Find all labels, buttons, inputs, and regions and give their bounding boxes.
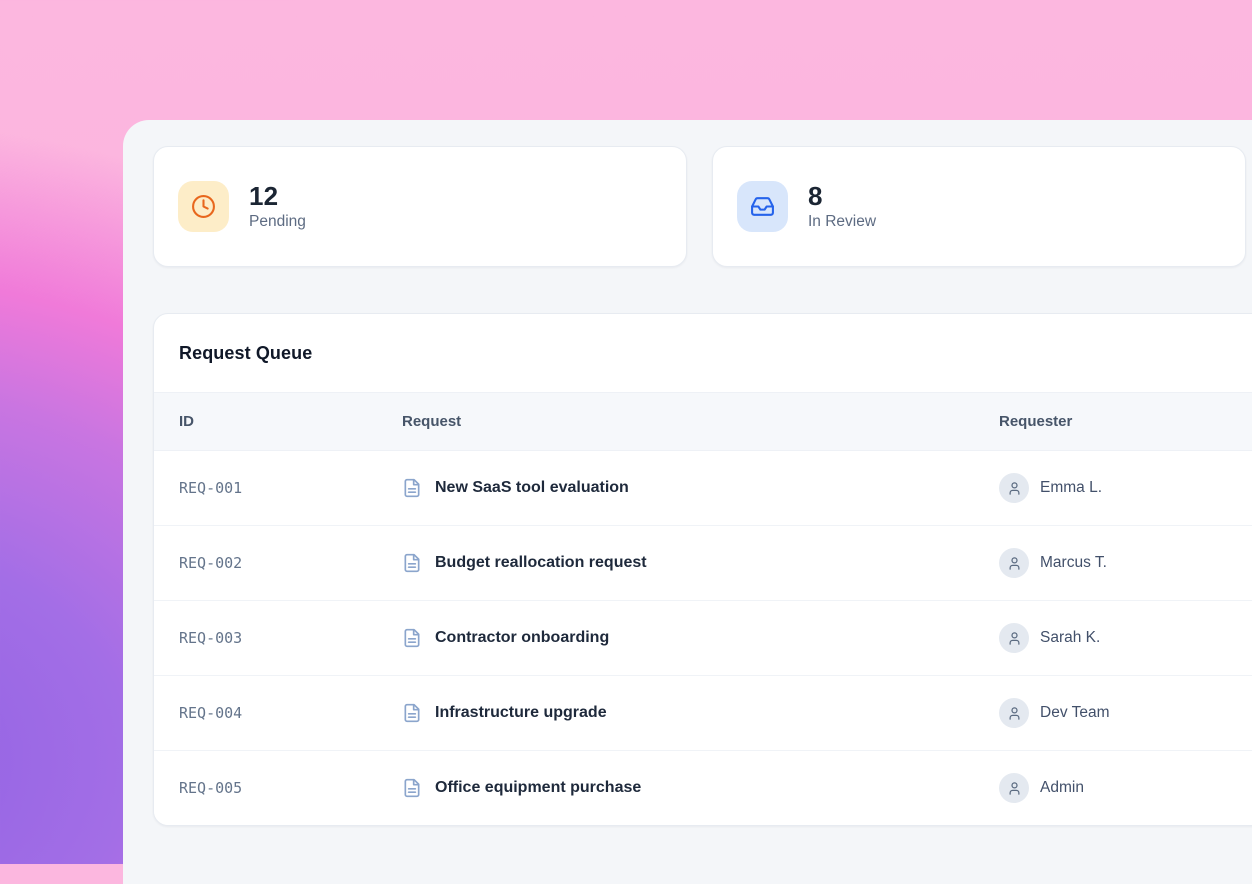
file-text-icon <box>402 553 422 573</box>
table-row[interactable]: REQ-002 Budget reallocation request <box>154 526 1252 601</box>
requester-name: Admin <box>1040 779 1084 797</box>
file-text-icon <box>402 778 422 798</box>
table-header-row: ID Request Requester <box>154 393 1252 451</box>
stats-row: 12 Pending 8 In Review <box>153 146 1246 267</box>
screenshot-root: { "stats": [ { "value": "12", "label": "… <box>0 0 1252 864</box>
request-title: Infrastructure upgrade <box>435 704 607 722</box>
request-title: Contractor onboarding <box>435 629 609 647</box>
request-id: REQ-005 <box>179 779 402 797</box>
column-header-id: ID <box>179 413 402 430</box>
table-row[interactable]: REQ-005 Office equipment purchase <box>154 751 1252 825</box>
clock-icon <box>178 181 229 232</box>
stat-card-in-review: 8 In Review <box>712 146 1246 267</box>
requester-name: Dev Team <box>1040 704 1110 722</box>
request-id: REQ-002 <box>179 554 402 572</box>
file-text-icon <box>402 703 422 723</box>
in-review-label: In Review <box>808 213 876 231</box>
file-text-icon <box>402 478 422 498</box>
request-title: New SaaS tool evaluation <box>435 479 629 497</box>
column-header-requester: Requester <box>999 413 1252 430</box>
pending-count: 12 <box>249 182 306 211</box>
requester-name: Emma L. <box>1040 479 1102 497</box>
request-title: Budget reallocation request <box>435 554 647 572</box>
inbox-icon <box>737 181 788 232</box>
request-id: REQ-003 <box>179 629 402 647</box>
avatar <box>999 473 1029 503</box>
requester-name: Marcus T. <box>1040 554 1107 572</box>
pending-label: Pending <box>249 213 306 231</box>
avatar <box>999 548 1029 578</box>
stat-card-pending: 12 Pending <box>153 146 687 267</box>
table-row[interactable]: REQ-003 Contractor onboarding <box>154 601 1252 676</box>
request-id: REQ-001 <box>179 479 402 497</box>
request-queue-card: Request Queue ID Request Requester REQ-0… <box>153 313 1252 826</box>
requester-name: Sarah K. <box>1040 629 1100 647</box>
request-title: Office equipment purchase <box>435 779 641 797</box>
table-row[interactable]: REQ-001 New SaaS tool evaluation <box>154 451 1252 526</box>
table-row[interactable]: REQ-004 Infrastructure upgrade <box>154 676 1252 751</box>
request-id: REQ-004 <box>179 704 402 722</box>
table-title: Request Queue <box>179 343 312 364</box>
avatar <box>999 773 1029 803</box>
avatar <box>999 698 1029 728</box>
in-review-count: 8 <box>808 182 876 211</box>
file-text-icon <box>402 628 422 648</box>
main-panel: 12 Pending 8 In Review Requ <box>123 120 1252 884</box>
table-title-bar: Request Queue <box>154 314 1252 393</box>
column-header-request: Request <box>402 413 999 430</box>
avatar <box>999 623 1029 653</box>
